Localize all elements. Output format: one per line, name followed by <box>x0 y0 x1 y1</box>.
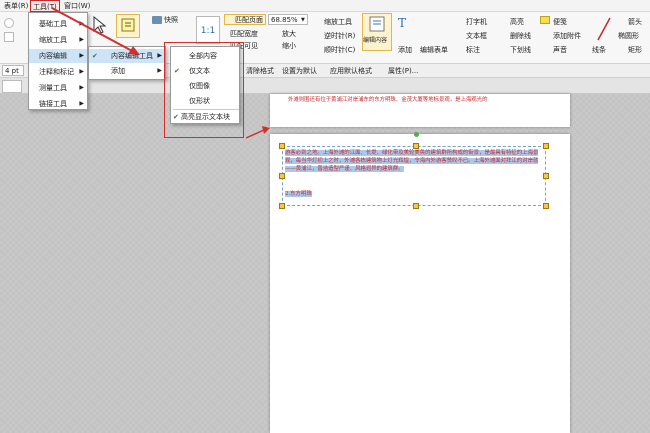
annotation-arrows <box>51 7 270 139</box>
